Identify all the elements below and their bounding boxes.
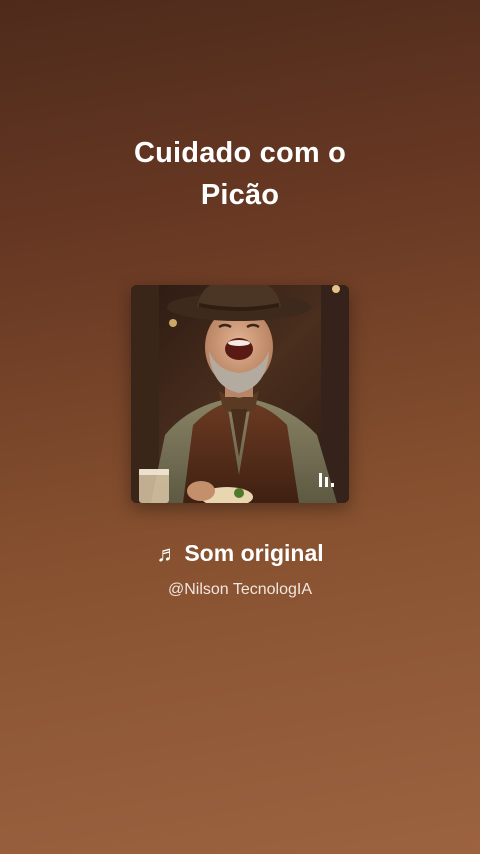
title-line-1: Cuidado com o — [133, 137, 347, 169]
music-note-icon: ♬ — [156, 541, 179, 566]
sound-page: Cuidado com o Picão ♬ Som original @Nils… — [0, 0, 480, 854]
sound-title[interactable]: ♬ Som original — [0, 536, 480, 571]
page-title: Cuidado com o Picão — [0, 132, 480, 216]
author-handle[interactable]: @Nilson TecnologIA — [0, 578, 480, 602]
sound-cover-art[interactable] — [131, 285, 349, 503]
title-line-2: Picão — [200, 179, 280, 211]
sound-label: Som original — [184, 540, 324, 566]
audio-bars-icon — [319, 473, 334, 487]
